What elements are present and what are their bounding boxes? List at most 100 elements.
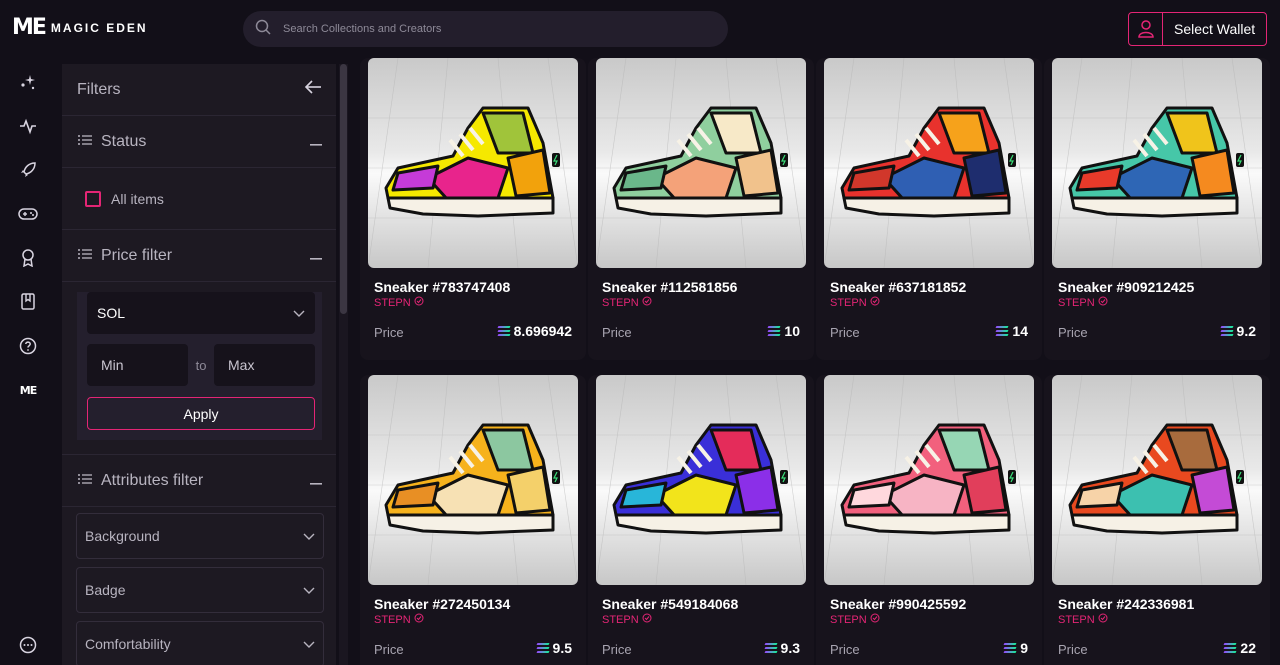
collapse-icon[interactable] — [310, 133, 322, 151]
nft-name[interactable]: Sneaker #990425592 — [830, 596, 966, 612]
all-items-checkbox[interactable] — [85, 190, 101, 207]
price-value: 9.3 — [764, 640, 800, 656]
nft-name[interactable]: Sneaker #272450134 — [374, 596, 510, 612]
attribute-label: Badge — [85, 582, 126, 598]
price-value: 9.5 — [536, 640, 572, 656]
nft-card[interactable]: Sneaker #242336981 STEPN Price 22 — [1044, 375, 1270, 665]
nft-image[interactable] — [1052, 375, 1262, 585]
price-value: 22 — [1223, 640, 1256, 656]
search-bar[interactable] — [243, 11, 728, 47]
price-value: 10 — [767, 323, 800, 339]
logo-text: MAGIC EDEN — [50, 20, 148, 35]
chevron-down-icon — [303, 582, 315, 598]
rocket-icon[interactable] — [18, 160, 38, 180]
attribute-label: Background — [85, 528, 160, 544]
nft-card[interactable]: Sneaker #637181852 STEPN Price 14 — [816, 58, 1042, 360]
attribute-background[interactable]: Background — [76, 513, 324, 559]
price-label: Price — [374, 325, 404, 340]
attribute-comfortability[interactable]: Comfortability — [76, 621, 324, 665]
nft-name[interactable]: Sneaker #783747408 — [374, 279, 510, 295]
collection-link[interactable]: STEPN — [1058, 296, 1108, 309]
list-icon — [78, 133, 92, 151]
currency-select[interactable]: SOL — [87, 292, 315, 334]
collection-link[interactable]: STEPN — [1058, 613, 1108, 626]
magic-eden-logo[interactable]: ME MAGIC EDEN — [12, 15, 148, 40]
nft-card[interactable]: Sneaker #112581856 STEPN Price 10 — [588, 58, 814, 360]
status-all-items-option[interactable]: All items — [62, 168, 336, 230]
nft-card[interactable]: Sneaker #272450134 STEPN Price 9.5 — [360, 375, 586, 665]
list-icon — [78, 472, 92, 490]
price-label: Price — [830, 325, 860, 340]
nft-name[interactable]: Sneaker #909212425 — [1058, 279, 1194, 295]
price-amount: 9.3 — [780, 640, 800, 656]
nft-name[interactable]: Sneaker #549184068 — [602, 596, 738, 612]
collection-link[interactable]: STEPN — [374, 296, 424, 309]
collection-name: STEPN — [602, 613, 639, 626]
solana-icon — [497, 326, 511, 336]
gamepad-icon[interactable] — [18, 204, 38, 224]
price-value: 9.2 — [1220, 323, 1256, 339]
price-label: Price — [830, 642, 860, 657]
price-amount: 10 — [784, 323, 800, 339]
nft-name[interactable]: Sneaker #637181852 — [830, 279, 966, 295]
nft-card[interactable]: Sneaker #909212425 STEPN Price 9.2 — [1044, 58, 1270, 360]
more-icon[interactable] — [18, 635, 38, 655]
search-input[interactable] — [283, 23, 683, 35]
collection-link[interactable]: STEPN — [602, 613, 652, 626]
attributes-section-header[interactable]: Attributes filter — [62, 455, 336, 507]
verified-icon — [642, 296, 652, 309]
award-icon[interactable] — [18, 248, 38, 268]
select-wallet-button[interactable]: Select Wallet — [1128, 12, 1268, 46]
chevron-down-icon — [303, 528, 315, 544]
arrow-left-icon[interactable] — [304, 80, 322, 99]
nft-name[interactable]: Sneaker #112581856 — [602, 279, 737, 295]
verified-icon — [870, 613, 880, 626]
all-items-label: All items — [111, 190, 164, 207]
price-filter-body: SOL Min to Max Apply — [62, 282, 336, 455]
min-price-input[interactable]: Min — [87, 344, 188, 386]
price-section-header[interactable]: Price filter — [62, 230, 336, 282]
collection-link[interactable]: STEPN — [830, 613, 880, 626]
me-logo-icon[interactable]: ME — [18, 380, 38, 400]
attribute-badge[interactable]: Badge — [76, 567, 324, 613]
nft-card[interactable]: Sneaker #549184068 STEPN Price 9.3 — [588, 375, 814, 665]
nft-image[interactable] — [596, 58, 806, 268]
logo-mark: ME — [12, 15, 47, 40]
activity-icon[interactable] — [18, 116, 38, 136]
nft-image[interactable] — [368, 375, 578, 585]
verified-icon — [870, 296, 880, 309]
price-label: Price — [602, 642, 632, 657]
apply-button[interactable]: Apply — [87, 397, 315, 430]
status-section-header[interactable]: Status — [62, 116, 336, 168]
filters-header: Filters — [62, 64, 336, 116]
collection-link[interactable]: STEPN — [374, 613, 424, 626]
max-price-input[interactable]: Max — [214, 344, 315, 386]
solana-icon — [1220, 326, 1233, 336]
nft-image[interactable] — [1052, 58, 1262, 268]
attributes-filter-title: Attributes filter — [101, 471, 204, 489]
scrollbar-thumb[interactable] — [340, 64, 347, 314]
solana-icon — [536, 643, 549, 653]
nft-image[interactable] — [824, 375, 1034, 585]
filters-scrollbar[interactable] — [339, 64, 348, 665]
nft-card[interactable]: Sneaker #990425592 STEPN Price 9 — [816, 375, 1042, 665]
book-icon[interactable] — [18, 292, 38, 312]
price-amount: 22 — [1240, 640, 1256, 656]
verified-icon — [642, 613, 652, 626]
collection-link[interactable]: STEPN — [602, 296, 652, 309]
nft-image[interactable] — [368, 58, 578, 268]
sparkles-icon[interactable] — [18, 72, 38, 92]
select-wallet-label[interactable]: Select Wallet — [1163, 13, 1266, 45]
collapse-icon[interactable] — [310, 472, 322, 490]
nft-name[interactable]: Sneaker #242336981 — [1058, 596, 1194, 612]
filters-title: Filters — [77, 80, 121, 98]
verified-icon — [414, 613, 424, 626]
user-icon[interactable] — [1129, 13, 1163, 45]
help-icon[interactable] — [18, 336, 38, 356]
collapse-icon[interactable] — [310, 247, 322, 265]
nft-image[interactable] — [596, 375, 806, 585]
nft-image[interactable] — [824, 58, 1034, 268]
nft-card[interactable]: Sneaker #783747408 STEPN Price 8.696942 — [360, 58, 586, 360]
price-value: 8.696942 — [497, 323, 572, 339]
collection-link[interactable]: STEPN — [830, 296, 880, 309]
